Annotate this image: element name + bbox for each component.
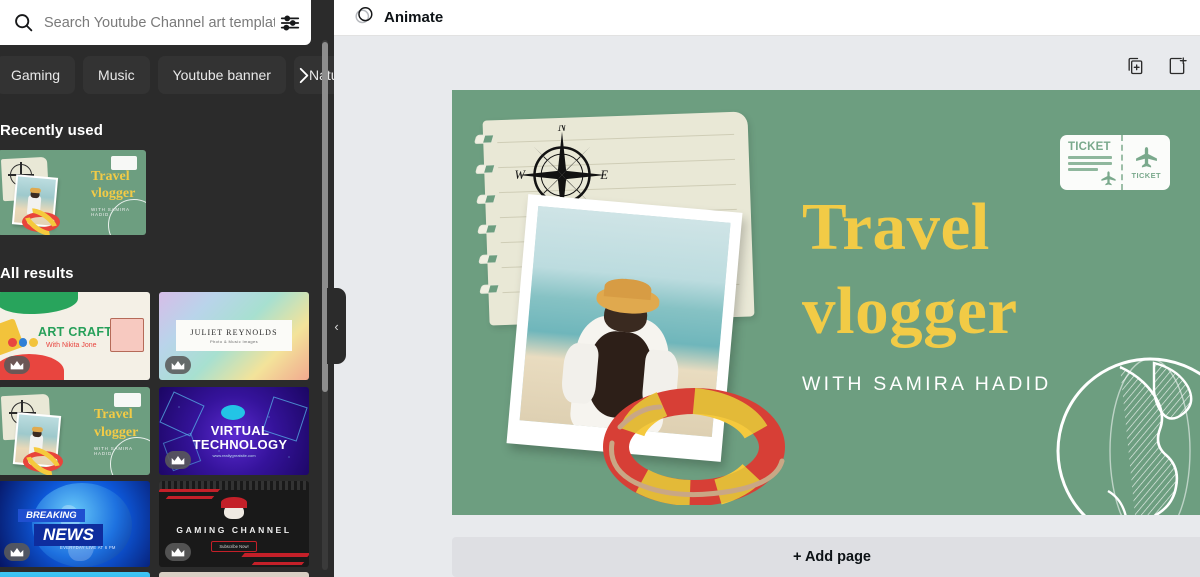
duplicate-page-icon[interactable] [1125,56,1145,76]
chip-youtube-banner[interactable]: Youtube banner [157,56,286,94]
section-title-recently-used: Recently used [0,122,104,139]
add-page-bar[interactable]: + Add page [452,537,1200,577]
design-subtitle: WITH SAMIRA HADID [802,373,1052,395]
section-title-all-results: All results [0,265,74,282]
pro-crown-badge [4,543,30,561]
headline-line-2: vlogger [802,274,1018,348]
search-icon [10,10,36,36]
editor-topbar: Animate [334,0,1200,36]
pro-crown-badge [4,356,30,374]
airplane-icon [1135,147,1157,168]
design-canvas[interactable]: N S W E [452,90,1200,515]
compass-west-label: W [515,168,527,182]
animate-label: Animate [384,9,444,26]
airplane-icon [1100,171,1116,186]
filter-chips: Gaming Music Youtube banner Nature [0,52,334,98]
templates-sidebar: Gaming Music Youtube banner Nature Recen… [0,0,334,577]
ticket-word-main: TICKET [1068,141,1111,153]
search-bar [0,0,311,45]
lifebuoy-icon [602,385,787,506]
filter-sliders-icon[interactable] [275,8,305,38]
animate-circles-icon [354,5,375,31]
list-item[interactable] [0,572,150,577]
globe-line-art-icon [1050,351,1200,515]
canva-editor-window: Gaming Music Youtube banner Nature Recen… [0,0,1200,577]
add-page-icon[interactable] [1167,56,1187,76]
compass-east-label: E [599,168,608,182]
headline-line-1: Travel [802,190,990,264]
editor-area: Animate N W E TICKET TICKET Travel vlogg… [334,0,1200,577]
list-item[interactable]: JULIET REYNOLDS Photo & Music Images [159,292,309,380]
add-page-label: + Add page [792,549,871,565]
compass-north-label: N [557,125,567,134]
list-item[interactable] [159,572,309,577]
collapse-sidebar-handle[interactable]: ‹ [327,288,346,364]
chip-music[interactable]: Music [83,56,150,94]
list-item[interactable]: VIRTUAL TECHNOLOGY www.reallygreatsite.co… [159,387,309,475]
pro-crown-badge [165,543,191,561]
page-tools [1125,56,1187,76]
pro-crown-badge [165,451,191,469]
list-item[interactable]: Travel vlogger WITH SAMIRA HADID [0,387,150,475]
list-item[interactable]: GAMING CHANNEL Subscribe Now! [159,481,309,567]
list-item[interactable]: BREAKING NEWS EVERYDAY LIVE AT 6 PM [0,481,150,567]
chip-gaming[interactable]: Gaming [0,56,76,94]
search-input[interactable] [36,14,275,31]
list-item[interactable]: ART CRAFTS With Nikita Jone [0,292,150,380]
pro-crown-badge [165,356,191,374]
chevron-right-icon[interactable] [294,52,314,98]
list-item[interactable]: Travel vlogger WITH SAMIRA HADID [0,150,146,235]
ticket-graphic: TICKET TICKET [1060,135,1170,190]
design-headline: Travel vlogger [802,185,1018,353]
ticket-word-stub: TICKET [1131,171,1161,180]
animate-button[interactable]: Animate [350,2,447,34]
chevron-left-icon: ‹ [334,318,339,334]
